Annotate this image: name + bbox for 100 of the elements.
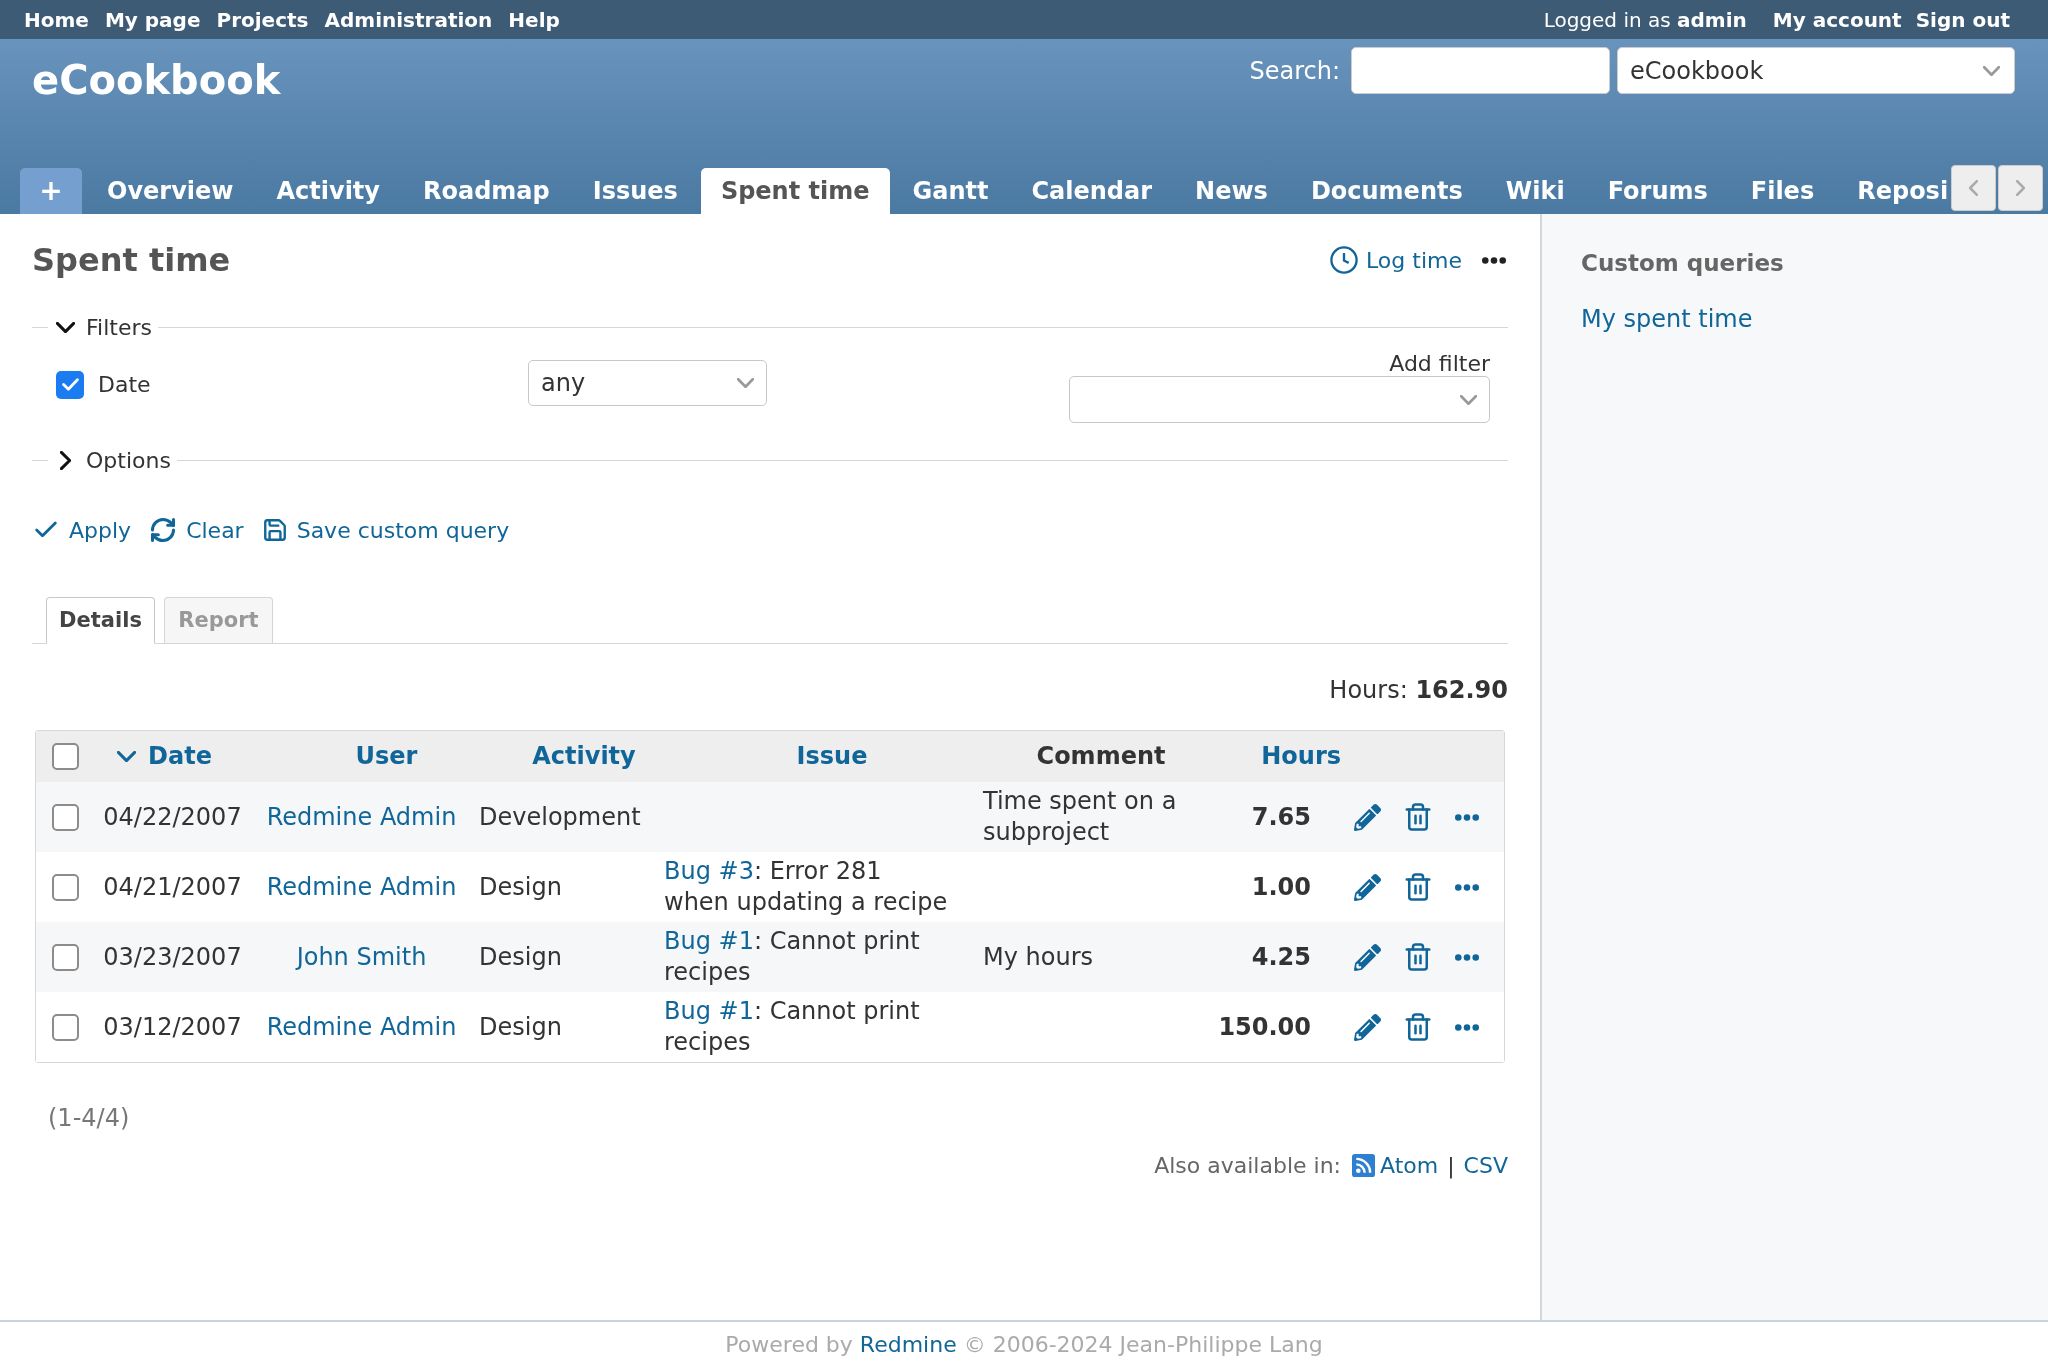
query-action-link[interactable]: Clear bbox=[149, 513, 244, 547]
menu-tab[interactable]: Reposi bbox=[1837, 168, 1949, 214]
top-menu-link[interactable]: Projects bbox=[216, 4, 309, 35]
project-select[interactable]: eCookbook bbox=[1617, 47, 2015, 94]
chevron-down-icon bbox=[1460, 394, 1477, 405]
issue-text: Bug #1: Cannot print recipes bbox=[664, 926, 921, 988]
select-all-checkbox[interactable] bbox=[52, 743, 79, 770]
pencil-icon[interactable] bbox=[1354, 803, 1381, 831]
tick-icon bbox=[61, 378, 79, 391]
date-cell: 03/23/2007 bbox=[103, 941, 242, 973]
sidebar-title: Custom queries bbox=[1581, 249, 1784, 277]
row-checkbox[interactable] bbox=[52, 873, 79, 901]
hours-cell: 1.00 bbox=[1251, 871, 1311, 903]
ellipsis-icon[interactable] bbox=[1455, 1023, 1479, 1031]
operator-select[interactable]: any bbox=[528, 360, 767, 406]
menu-tab[interactable]: Wiki bbox=[1485, 168, 1585, 214]
hours-cell: 7.65 bbox=[1251, 801, 1311, 833]
logged-in-text: Logged in as admin bbox=[1543, 6, 1747, 34]
person-name-link[interactable]: John Smith bbox=[296, 941, 427, 973]
row-checkbox[interactable] bbox=[52, 803, 79, 831]
options-toggle[interactable]: Options bbox=[48, 443, 177, 477]
sort-caret-icon bbox=[117, 751, 137, 762]
ellipsis-icon[interactable] bbox=[1482, 256, 1506, 264]
activity-cell: Development bbox=[479, 802, 641, 831]
pencil-icon[interactable] bbox=[1354, 873, 1381, 901]
menu-tab[interactable]: Gantt bbox=[892, 168, 1009, 214]
row-checkbox[interactable] bbox=[52, 1013, 79, 1041]
menu-tab[interactable]: Calendar bbox=[1011, 168, 1173, 214]
comment-cell-text: Time spent on a subproject bbox=[983, 786, 1178, 848]
search-label: Search: bbox=[1249, 55, 1340, 87]
bug-number-link[interactable]: Bug #1 bbox=[664, 997, 754, 1025]
trash-icon[interactable] bbox=[1403, 1012, 1433, 1042]
date-cell: 03/12/2007 bbox=[103, 1011, 242, 1043]
column-sort-link[interactable]: Hours bbox=[1261, 741, 1341, 772]
chevron-right-icon bbox=[2016, 180, 2025, 196]
view-tab[interactable]: Details bbox=[46, 597, 155, 644]
trash-icon[interactable] bbox=[1403, 802, 1433, 832]
export-link[interactable]: CSV bbox=[1463, 1148, 1508, 1182]
refresh-icon bbox=[149, 516, 178, 544]
pencil-icon[interactable] bbox=[1354, 1013, 1381, 1041]
query-action-link[interactable]: Save custom query bbox=[261, 513, 510, 547]
query-action-link[interactable]: Apply bbox=[32, 513, 132, 547]
bug-number-link[interactable]: Bug #3 bbox=[664, 857, 754, 885]
project-title: eCookbook bbox=[31, 56, 281, 104]
column-sort-link[interactable]: Date bbox=[117, 741, 212, 772]
chevron-left-icon bbox=[1969, 180, 1978, 196]
hours-cell: 150.00 bbox=[1218, 1011, 1311, 1043]
issue-text: Bug #1: Cannot print recipes bbox=[664, 996, 921, 1058]
row-checkbox[interactable] bbox=[52, 943, 79, 971]
pagination-info: (1-4/4) bbox=[48, 1103, 130, 1134]
top-menu-link[interactable]: Home bbox=[24, 4, 89, 35]
filters-toggle[interactable]: Filters bbox=[48, 310, 158, 344]
menu-tab[interactable]: Files bbox=[1730, 168, 1835, 214]
activity-cell: Design bbox=[479, 1012, 562, 1041]
export-link[interactable]: Atom bbox=[1352, 1148, 1439, 1182]
column-sort-link[interactable]: Issue bbox=[796, 741, 868, 772]
column-heading: Comment bbox=[1036, 741, 1166, 772]
menu-tab[interactable]: Overview bbox=[87, 168, 254, 214]
column-sort-link[interactable]: User bbox=[355, 741, 418, 772]
trash-icon[interactable] bbox=[1403, 942, 1433, 972]
redmine-link[interactable]: Redmine bbox=[859, 1331, 957, 1357]
pencil-icon[interactable] bbox=[1354, 943, 1381, 971]
custom-query-link[interactable]: My spent time bbox=[1581, 305, 1753, 333]
trash-icon[interactable] bbox=[1403, 872, 1433, 902]
search-field[interactable] bbox=[1351, 47, 1610, 94]
menu-tab[interactable]: Spent time bbox=[700, 168, 890, 214]
filter-checkbox[interactable] bbox=[56, 370, 84, 399]
menu-tab[interactable]: Forums bbox=[1587, 168, 1728, 214]
person-name-link[interactable]: Redmine Admin bbox=[266, 1011, 457, 1043]
activity-cell: Design bbox=[479, 872, 562, 901]
menu-tab[interactable]: Documents bbox=[1290, 168, 1483, 214]
chevron-down-icon bbox=[737, 378, 754, 388]
link-separator: | bbox=[1447, 1151, 1455, 1181]
bug-number-link[interactable]: Bug #1 bbox=[664, 927, 754, 955]
add-filter-label: Add filter bbox=[1389, 352, 1490, 376]
total-hours: Hours: 162.90 bbox=[1329, 675, 1508, 700]
menu-tab[interactable]: Issues bbox=[572, 168, 698, 214]
clock-icon bbox=[1330, 246, 1358, 274]
account-link[interactable]: Sign out bbox=[1915, 4, 2010, 35]
footer-text: Powered by Redmine © 2006-2024 Jean-Philippe Lang bbox=[725, 1330, 1323, 1359]
date-cell: 04/21/2007 bbox=[103, 871, 242, 903]
top-menu-link[interactable]: Administration bbox=[324, 4, 493, 35]
filter-label: Date bbox=[98, 371, 151, 399]
page-title: Spent time bbox=[32, 240, 231, 281]
issue-text: Bug #3: Error 281 when updating a recipe bbox=[664, 856, 949, 918]
log-time-link[interactable]: Log time bbox=[1330, 243, 1462, 277]
person-name-link[interactable]: Redmine Admin bbox=[266, 871, 457, 903]
top-menu-link[interactable]: My page bbox=[104, 4, 201, 35]
rss-feed-icon bbox=[1352, 1153, 1375, 1177]
menu-tab[interactable]: Roadmap bbox=[403, 168, 570, 214]
date-cell: 04/22/2007 bbox=[103, 801, 242, 833]
column-sort-link[interactable]: Activity bbox=[532, 741, 636, 772]
menu-tab[interactable]: News bbox=[1175, 168, 1288, 214]
account-link[interactable]: My account bbox=[1772, 4, 1902, 35]
menu-tab[interactable]: Activity bbox=[256, 168, 400, 214]
comment-cell-text: My hours bbox=[983, 941, 1094, 973]
ellipsis-icon[interactable] bbox=[1455, 883, 1479, 891]
chevron-down-icon bbox=[1983, 65, 2000, 76]
top-menu-link[interactable]: Help bbox=[508, 4, 560, 35]
person-name-link[interactable]: Redmine Admin bbox=[266, 801, 457, 833]
